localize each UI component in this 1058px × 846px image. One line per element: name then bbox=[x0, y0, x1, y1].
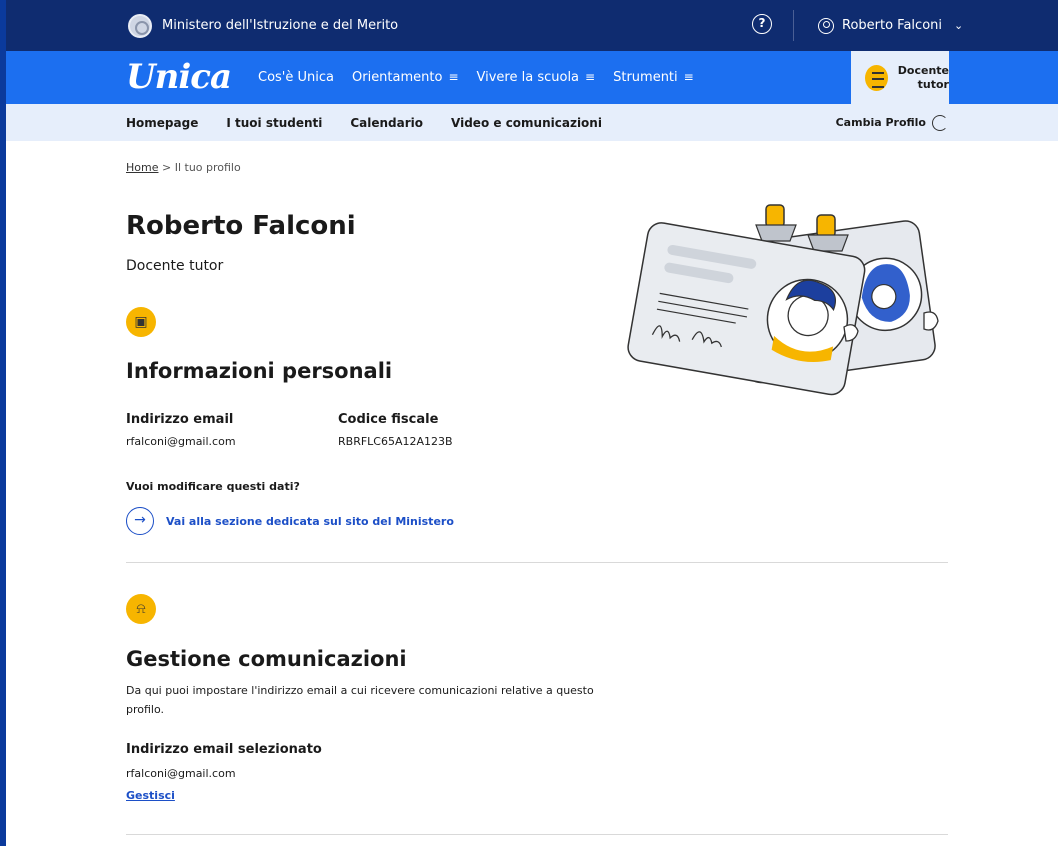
subnav-item-homepage[interactable]: Homepage bbox=[126, 116, 198, 130]
chevron-down-icon: ⌄ bbox=[954, 19, 964, 32]
selected-email-value: rfalconi@gmail.com bbox=[126, 767, 236, 780]
help-icon[interactable]: ? bbox=[752, 14, 772, 34]
id-card-icon: ▣ bbox=[126, 307, 156, 337]
menu-icon: ≡ bbox=[683, 70, 694, 84]
breadcrumb-separator: > bbox=[161, 161, 172, 174]
main-menu: Cos'è Unica Orientamento ≡ Vivere la scuo… bbox=[258, 51, 694, 104]
profile-tab-label: Docente tutor bbox=[897, 63, 949, 91]
unica-logo[interactable]: Unica bbox=[126, 57, 232, 97]
id-cards-illustration bbox=[627, 204, 939, 396]
menu-icon: ≡ bbox=[448, 70, 459, 84]
communications-title: Gestione comunicazioni bbox=[126, 647, 407, 671]
profile-role: Docente tutor bbox=[126, 258, 224, 274]
breadcrumb-home[interactable]: Home bbox=[126, 161, 158, 174]
ministry-topbar: Ministero dell'Istruzione e del Merito ?… bbox=[6, 0, 1058, 51]
emblem-icon bbox=[128, 13, 152, 38]
bell-icon: ⍾ bbox=[126, 594, 156, 624]
page-title: Roberto Falconi bbox=[126, 211, 356, 241]
menu-item-strumenti[interactable]: Strumenti ≡ bbox=[613, 70, 694, 85]
ministry-section-link-text: Vai alla sezione dedicata sul sito del M… bbox=[166, 514, 454, 528]
ministry-link[interactable]: Ministero dell'Istruzione e del Merito bbox=[128, 0, 398, 51]
subnav-item-studenti[interactable]: I tuoi studenti bbox=[226, 116, 322, 130]
menu-item-orientamento[interactable]: Orientamento ≡ bbox=[352, 70, 459, 85]
selected-email-label: Indirizzo email selezionato bbox=[126, 742, 322, 757]
profile-tab-docente-tutor[interactable]: Docente tutor bbox=[851, 51, 949, 104]
personal-info-title: Informazioni personali bbox=[126, 359, 393, 383]
profile-subnav: Homepage I tuoi studenti Calendario Vide… bbox=[6, 104, 1058, 141]
subnav-item-video[interactable]: Video e comunicazioni bbox=[451, 116, 602, 130]
switch-profile-icon bbox=[932, 114, 948, 131]
breadcrumb-current: Il tuo profilo bbox=[174, 161, 241, 174]
section-divider bbox=[126, 834, 948, 835]
ministry-name: Ministero dell'Istruzione e del Merito bbox=[162, 18, 399, 33]
user-circle-icon bbox=[818, 17, 834, 34]
main-navbar: Unica Cos'è Unica Orientamento ≡ Vivere l… bbox=[6, 51, 1058, 104]
ministry-section-link[interactable]: → Vai alla sezione dedicata sul sito del… bbox=[126, 507, 454, 535]
communications-description: Da qui puoi impostare l'indirizzo email … bbox=[126, 684, 594, 716]
gestisci-link[interactable]: Gestisci bbox=[126, 789, 175, 802]
user-name: Roberto Falconi bbox=[842, 18, 942, 33]
cf-label: Codice fiscale bbox=[338, 412, 439, 427]
subnav-item-calendario[interactable]: Calendario bbox=[350, 116, 423, 130]
menu-item-vivere-la-scuola[interactable]: Vivere la scuola ≡ bbox=[477, 70, 596, 85]
cambia-profilo-button[interactable]: Cambia Profilo bbox=[836, 104, 948, 141]
menu-item-cose-unica[interactable]: Cos'è Unica bbox=[258, 70, 334, 85]
edit-question: Vuoi modificare questi dati? bbox=[126, 480, 300, 493]
user-menu[interactable]: Roberto Falconi ⌄ bbox=[818, 0, 963, 51]
breadcrumb: Home > Il tuo profilo bbox=[126, 161, 241, 174]
arrow-right-icon: → bbox=[126, 507, 154, 535]
docente-tutor-icon bbox=[865, 64, 888, 91]
menu-icon: ≡ bbox=[585, 70, 596, 84]
email-value: rfalconi@gmail.com bbox=[126, 435, 236, 448]
section-divider bbox=[126, 562, 948, 563]
topbar-divider bbox=[793, 10, 794, 41]
cambia-profilo-label: Cambia Profilo bbox=[835, 116, 926, 129]
cf-value: RBRFLC65A12A123B bbox=[338, 435, 453, 448]
email-label: Indirizzo email bbox=[126, 412, 234, 427]
